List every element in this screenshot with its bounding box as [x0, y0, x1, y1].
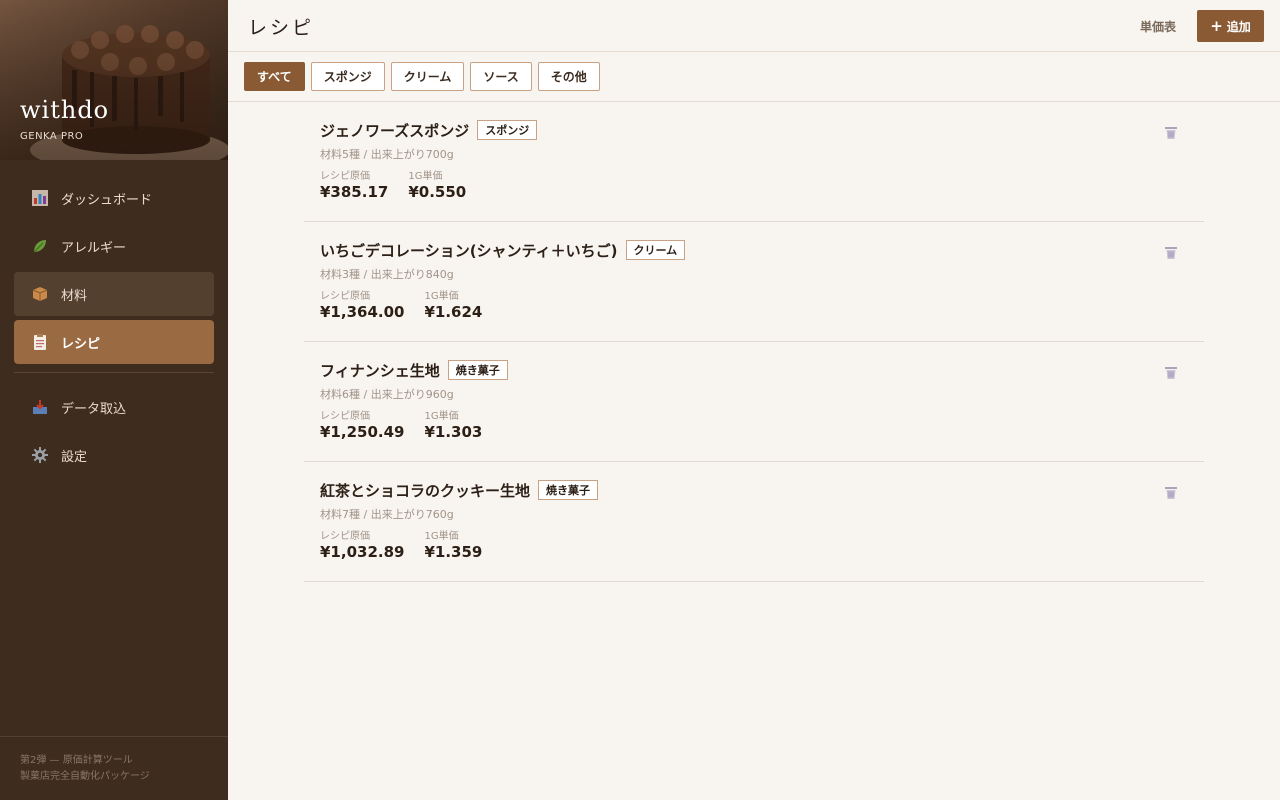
filter-sponge[interactable]: スポンジ	[310, 62, 385, 91]
clipboard-icon	[31, 333, 49, 351]
filter-other[interactable]: その他	[537, 62, 600, 91]
add-button-label: 追加	[1226, 19, 1251, 34]
trash-icon[interactable]	[1164, 246, 1178, 260]
recipe-meta: 材料3種 / 出来上がり840g	[320, 268, 454, 281]
unit-price-label: 1G単価	[424, 291, 459, 302]
brand-title: withdo	[20, 96, 110, 124]
recipe-meta: 材料6種 / 出来上がり960g	[320, 388, 454, 401]
recipe-name[interactable]: いちごデコレーション(シャンティ＋いちご)	[320, 240, 618, 261]
unit-price-value: ¥0.550	[408, 183, 467, 201]
recipe-cost-value: ¥1,364.00	[320, 303, 405, 321]
sidebar-item-settings[interactable]: 設定	[14, 433, 214, 477]
sidebar-nav: ダッシュボード アレルギー 材料 レシピ データ取込 設定	[14, 176, 214, 481]
box-icon	[31, 285, 49, 303]
filter-sauce[interactable]: ソース	[470, 62, 532, 91]
recipe-cost-label: レシピ原価	[320, 411, 370, 422]
category-badge: スポンジ	[477, 120, 538, 140]
recipe-cost-value: ¥1,032.89	[320, 543, 405, 561]
plus-icon: +	[1210, 17, 1223, 35]
trash-icon[interactable]	[1164, 126, 1178, 140]
recipe-cost-label: レシピ原価	[320, 291, 370, 302]
inbox-tray-icon	[31, 398, 49, 416]
trash-icon[interactable]	[1164, 486, 1178, 500]
unit-price-label: 1G単価	[424, 411, 459, 422]
sidebar-item-label: アレルギー	[61, 240, 127, 256]
price-table-link[interactable]: 単価表	[1140, 18, 1176, 35]
footer-line: 第2弾 — 原価計算ツール	[20, 755, 133, 766]
add-recipe-button[interactable]: + 追加	[1197, 10, 1264, 42]
sidebar: withdo GENKA PRO ダッシュボード アレルギー 材料 レシピ デー…	[0, 0, 228, 800]
sidebar-item-label: 材料	[61, 288, 88, 304]
recipe-row[interactable]: 紅茶とショコラのクッキー生地 焼き菓子 材料7種 / 出来上がり760g レシピ…	[304, 462, 1204, 582]
bar-chart-icon	[31, 189, 49, 207]
sidebar-item-label: ダッシュボード	[61, 192, 153, 208]
sidebar-item-label: レシピ	[61, 336, 101, 352]
filter-all[interactable]: すべて	[244, 62, 305, 91]
gear-icon	[31, 446, 49, 464]
sidebar-item-ingredients[interactable]: 材料	[14, 272, 214, 316]
recipe-cost-label: レシピ原価	[320, 171, 370, 182]
top-header: レシピ 単価表 + 追加	[228, 0, 1280, 52]
sidebar-item-recipes[interactable]: レシピ	[14, 320, 214, 364]
unit-price-label: 1G単価	[408, 171, 443, 182]
category-badge: クリーム	[625, 240, 686, 260]
category-badge: 焼き菓子	[447, 360, 508, 380]
unit-price-value: ¥1.303	[424, 423, 483, 441]
trash-icon[interactable]	[1164, 366, 1178, 380]
brand-header[interactable]: withdo GENKA PRO	[0, 0, 228, 160]
recipe-name[interactable]: ジェノワーズスポンジ	[320, 120, 469, 141]
recipe-row[interactable]: フィナンシェ生地 焼き菓子 材料6種 / 出来上がり960g レシピ原価 ¥1,…	[304, 342, 1204, 462]
recipe-meta: 材料5種 / 出来上がり700g	[320, 148, 454, 161]
recipe-cost-label: レシピ原価	[320, 531, 370, 542]
recipe-row[interactable]: ジェノワーズスポンジ スポンジ 材料5種 / 出来上がり700g レシピ原価 ¥…	[304, 102, 1204, 222]
unit-price-value: ¥1.359	[424, 543, 483, 561]
filter-cream[interactable]: クリーム	[390, 62, 465, 91]
sidebar-item-label: データ取込	[61, 401, 127, 417]
sidebar-item-dashboard[interactable]: ダッシュボード	[14, 176, 214, 220]
category-filters: すべて スポンジ クリーム ソース その他	[244, 62, 606, 91]
unit-price-value: ¥1.624	[424, 303, 483, 321]
recipe-row[interactable]: いちごデコレーション(シャンティ＋いちご) クリーム 材料3種 / 出来上がり8…	[304, 222, 1204, 342]
category-badge: 焼き菓子	[538, 480, 599, 500]
leaf-icon	[31, 237, 49, 255]
sidebar-item-allergy[interactable]: アレルギー	[14, 224, 214, 268]
recipe-list: ジェノワーズスポンジ スポンジ 材料5種 / 出来上がり700g レシピ原価 ¥…	[304, 102, 1204, 582]
recipe-meta: 材料7種 / 出来上がり760g	[320, 508, 454, 521]
recipe-name[interactable]: フィナンシェ生地	[320, 360, 440, 381]
sidebar-item-data-import[interactable]: データ取込	[14, 385, 214, 429]
recipe-name[interactable]: 紅茶とショコラのクッキー生地	[320, 480, 530, 501]
recipe-cost-value: ¥385.17	[320, 183, 389, 201]
page-title: レシピ	[248, 17, 315, 39]
sidebar-footer: 第2弾 — 原価計算ツール 製菓店完全自動化パッケージ	[0, 736, 228, 800]
footer-line: 製菓店完全自動化パッケージ	[20, 771, 150, 782]
unit-price-label: 1G単価	[424, 531, 459, 542]
nav-divider	[14, 372, 214, 373]
sidebar-item-label: 設定	[61, 449, 88, 465]
brand-subtitle: GENKA PRO	[20, 131, 84, 142]
recipe-cost-value: ¥1,250.49	[320, 423, 405, 441]
